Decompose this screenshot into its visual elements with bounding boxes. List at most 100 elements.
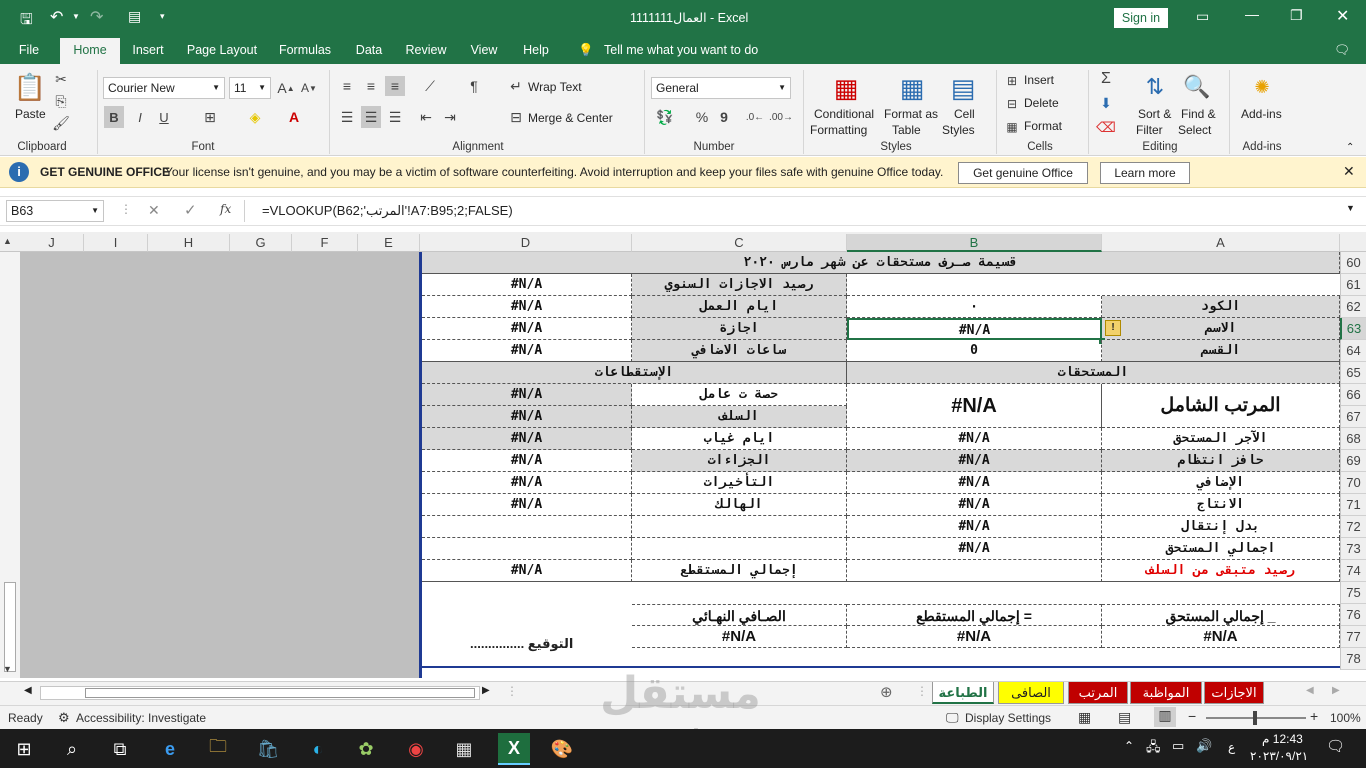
cell-B77[interactable]: #N/A bbox=[847, 626, 1102, 648]
borders-icon[interactable]: ⊞ bbox=[200, 106, 220, 128]
cell-D70[interactable]: #N/A bbox=[422, 472, 632, 494]
column-header-C[interactable]: C bbox=[632, 234, 847, 252]
maximize-icon[interactable]: ❐ bbox=[1290, 7, 1303, 24]
expand-formula-icon[interactable]: ▼ bbox=[1346, 203, 1355, 213]
format-as-table-icon[interactable]: ▦ bbox=[894, 70, 930, 106]
column-header-F[interactable]: F bbox=[292, 234, 358, 252]
cell-B69[interactable]: #N/A bbox=[847, 450, 1102, 472]
signature-line[interactable]: التوقيع ............... bbox=[470, 636, 573, 652]
cell-A77[interactable]: #N/A bbox=[1102, 626, 1340, 648]
row-header[interactable]: 78 bbox=[1340, 648, 1366, 670]
tab-page-layout[interactable]: Page Layout bbox=[182, 36, 262, 64]
increase-font-icon[interactable]: A ▲ bbox=[277, 78, 295, 98]
delete-cells-icon[interactable]: ⊟ bbox=[1004, 95, 1020, 113]
sign-in-button[interactable]: Sign in bbox=[1114, 8, 1168, 28]
notifications-icon[interactable]: 🗨 bbox=[1326, 737, 1345, 755]
accessibility-status[interactable]: Accessibility: Investigate bbox=[76, 711, 206, 725]
conditional-formatting-button[interactable]: Conditional bbox=[814, 107, 874, 121]
row-header[interactable]: 60 bbox=[1340, 252, 1366, 274]
add-ins-icon[interactable]: ✺ bbox=[1248, 74, 1276, 100]
tab-view[interactable]: View bbox=[464, 36, 504, 64]
sort-filter-label2[interactable]: Filter bbox=[1136, 123, 1163, 137]
worksheet-grid[interactable]: ▲ ▼ J I H G F E D C B A 60 61 62 63 64 6… bbox=[0, 232, 1366, 678]
calculator-icon[interactable]: ▦ bbox=[448, 733, 480, 765]
windows-start-icon[interactable]: ⊞ bbox=[8, 733, 40, 765]
cell-A74[interactable]: رصيد متبقى من السلف bbox=[1102, 560, 1340, 582]
cell-A72[interactable]: بدل إنتقال bbox=[1102, 516, 1340, 538]
cut-icon[interactable]: ✂ bbox=[52, 70, 70, 88]
vertical-scrollbar[interactable] bbox=[0, 252, 20, 678]
row-header[interactable]: 62 bbox=[1340, 296, 1366, 318]
insert-function-icon[interactable]: fx bbox=[220, 202, 231, 216]
cell-A66-merged[interactable]: المرتب الشامل bbox=[1102, 384, 1340, 428]
store-icon[interactable]: 🛍 bbox=[252, 733, 284, 765]
print-preview-icon[interactable]: ▤ bbox=[128, 8, 141, 25]
wrap-text-button[interactable]: Wrap Text bbox=[528, 80, 582, 94]
normal-view-icon[interactable]: ▦ bbox=[1078, 709, 1091, 726]
cell-C68[interactable]: ايام غياب bbox=[632, 428, 847, 450]
add-ins-button[interactable]: Add-ins bbox=[1241, 107, 1282, 121]
cell-D68[interactable]: #N/A bbox=[422, 428, 632, 450]
volume-icon[interactable]: 🔊 bbox=[1196, 738, 1212, 754]
get-genuine-office-button[interactable]: Get genuine Office bbox=[958, 162, 1088, 184]
cell-D72[interactable] bbox=[422, 516, 632, 538]
zoom-out-icon[interactable]: − bbox=[1188, 708, 1196, 724]
collapse-ribbon-icon[interactable]: ⌃ bbox=[1346, 142, 1354, 153]
tab-home[interactable]: Home bbox=[60, 38, 120, 64]
page-layout-view-icon[interactable]: ▤ bbox=[1118, 709, 1131, 726]
row-header[interactable]: 73 bbox=[1340, 538, 1366, 560]
column-header-B[interactable]: B bbox=[847, 234, 1102, 252]
cell-C64[interactable]: ساعات الاضافي bbox=[632, 340, 847, 362]
next-sheet-icon[interactable]: ▶ bbox=[1332, 685, 1340, 696]
cell-A76[interactable]: إجمالي المستحق _ bbox=[1102, 604, 1340, 626]
format-cells-button[interactable]: Format bbox=[1024, 119, 1062, 133]
page-break-view-icon[interactable]: ▥ bbox=[1154, 707, 1176, 727]
cell-C61[interactable]: رصيد الاجازات السنوي bbox=[632, 274, 847, 296]
zoom-slider-thumb[interactable] bbox=[1253, 711, 1257, 725]
cell-styles-button[interactable]: Cell bbox=[954, 107, 975, 121]
sheet-tab-attendance[interactable]: المواظبة bbox=[1130, 682, 1202, 704]
bold-button[interactable]: B bbox=[104, 106, 124, 128]
column-header-E[interactable]: E bbox=[358, 234, 420, 252]
payslip-title[interactable]: قسيمة صـرف مستحقات عن شهر مارس ٢٠٢٠ bbox=[422, 252, 1340, 274]
enter-formula-icon[interactable]: ✓ bbox=[184, 201, 197, 219]
customize-toolbar-icon[interactable]: ▾ bbox=[160, 11, 165, 22]
horizontal-scroll-thumb[interactable] bbox=[85, 688, 475, 698]
cell-A63[interactable]: الاسم bbox=[1102, 318, 1340, 340]
file-explorer-icon[interactable]: 🗀 bbox=[202, 733, 234, 765]
merge-center-icon[interactable]: ⊟ bbox=[508, 106, 524, 128]
decrease-indent-icon[interactable]: ⇤ bbox=[416, 106, 436, 128]
cell-C73[interactable] bbox=[632, 538, 847, 560]
conditional-formatting-icon[interactable]: ▦ bbox=[828, 70, 864, 106]
insert-cells-icon[interactable]: ⊞ bbox=[1004, 72, 1020, 90]
wrap-text-icon[interactable]: ↵ bbox=[508, 76, 524, 96]
error-warning-icon[interactable]: ! bbox=[1105, 320, 1121, 336]
tab-formulas[interactable]: Formulas bbox=[274, 36, 336, 64]
text-direction-icon[interactable]: ¶ bbox=[462, 76, 486, 96]
entitlements-header[interactable]: المستحقات bbox=[847, 362, 1340, 384]
percent-button[interactable]: % bbox=[692, 106, 712, 128]
search-icon[interactable]: ⌕ bbox=[56, 733, 88, 765]
cell-C76[interactable]: الصـافي النهـائي bbox=[632, 604, 847, 626]
zoom-level[interactable]: 100% bbox=[1330, 711, 1361, 725]
cell-D71[interactable]: #N/A bbox=[422, 494, 632, 516]
format-cells-icon[interactable]: ▦ bbox=[1004, 118, 1020, 136]
tab-help[interactable]: Help bbox=[516, 36, 556, 64]
row-header[interactable]: 69 bbox=[1340, 450, 1366, 472]
fill-color-icon[interactable]: ◈ bbox=[245, 106, 265, 128]
align-center-icon[interactable]: ☰ bbox=[361, 106, 381, 128]
scroll-left-icon[interactable]: ◀ bbox=[24, 685, 32, 696]
delete-cells-button[interactable]: Delete bbox=[1024, 96, 1059, 110]
accounting-format-icon[interactable]: 💱 bbox=[654, 106, 676, 128]
align-left-icon[interactable]: ☰ bbox=[337, 106, 357, 128]
cell-B63-selected[interactable]: #N/A bbox=[847, 318, 1102, 340]
row-header[interactable]: 70 bbox=[1340, 472, 1366, 494]
italic-button[interactable]: I bbox=[130, 106, 150, 128]
cell-A73[interactable]: اجمالي المستحق bbox=[1102, 538, 1340, 560]
format-as-table-label2[interactable]: Table bbox=[892, 123, 921, 137]
undo-dropdown-icon[interactable]: ▼ bbox=[72, 12, 80, 21]
cell-C77[interactable]: #N/A bbox=[632, 626, 847, 648]
number-format-select[interactable]: General ▼ bbox=[651, 77, 791, 99]
sheet-tab-print[interactable]: الطباعة bbox=[932, 682, 994, 704]
cell-styles-icon[interactable]: ▤ bbox=[946, 70, 980, 106]
